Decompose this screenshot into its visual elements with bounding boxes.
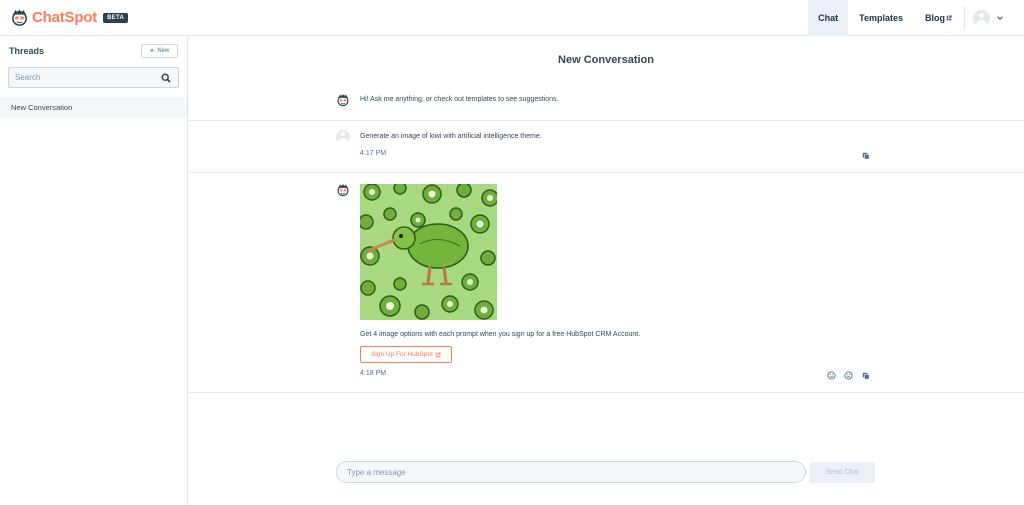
bot-message-text: Get 4 image options with each prompt whe…: [360, 331, 641, 338]
copy-icon[interactable]: [862, 372, 870, 380]
bot-message-text: Hi! Ask me anything, or check out templa…: [360, 96, 559, 103]
nav-templates[interactable]: Templates: [848, 0, 914, 36]
message-divider: [188, 172, 1024, 173]
user-message-text: Generate an image of kiwi with artificia…: [360, 133, 542, 140]
message-input-placeholder: Type a message: [347, 468, 406, 477]
sign-up-hubspot-button[interactable]: Sign Up For HubSpot: [360, 346, 452, 363]
search-input[interactable]: Search: [15, 73, 40, 82]
generated-kiwi-image[interactable]: [360, 184, 497, 320]
thumbs-up-smile-icon[interactable]: [827, 371, 836, 380]
copy-icon[interactable]: [862, 152, 870, 160]
message-timestamp: 4:17 PM: [360, 150, 387, 157]
nav-chat[interactable]: Chat: [808, 0, 849, 36]
chatspot-logo[interactable]: ChatSpot BETA: [10, 8, 129, 27]
external-link-icon: [435, 352, 441, 357]
conversation-panel: New Conversation Hi! Ask me anything, or…: [188, 37, 1024, 505]
sign-up-label: Sign Up For HubSpot: [371, 351, 433, 358]
threads-title: Threads: [9, 46, 45, 56]
nav-divider: [964, 6, 965, 30]
bot-avatar-icon: [337, 93, 349, 107]
thread-search[interactable]: Search: [8, 67, 179, 88]
message-divider: [188, 120, 1024, 121]
send-chat-button[interactable]: Send Chat: [810, 462, 875, 483]
bot-avatar-icon: [337, 183, 349, 197]
threads-sidebar: Threads + New Search New Conversation: [0, 37, 188, 505]
message-divider: [188, 392, 1024, 393]
message-timestamp: 4:18 PM: [360, 370, 387, 377]
new-thread-button[interactable]: + New: [141, 44, 178, 58]
message-input[interactable]: Type a message: [336, 461, 806, 483]
beta-badge: BETA: [103, 12, 129, 23]
plus-icon: +: [149, 46, 155, 55]
top-bar: ChatSpot BETA Chat Templates Blog: [0, 0, 1024, 36]
conversation-title: New Conversation: [558, 54, 654, 66]
thread-item[interactable]: New Conversation: [0, 97, 187, 118]
chatspot-logo-icon: [12, 8, 27, 26]
kiwi-bird-illustration: [360, 184, 497, 320]
account-menu[interactable]: [973, 0, 1024, 36]
user-avatar: [973, 9, 990, 27]
search-icon[interactable]: [161, 73, 171, 83]
nav-blog-label: Blog: [925, 13, 945, 23]
user-message-avatar: [336, 130, 350, 144]
top-nav: Chat Templates Blog: [808, 0, 1024, 36]
frown-face-icon[interactable]: [844, 371, 853, 380]
nav-blog[interactable]: Blog: [914, 0, 958, 36]
new-thread-label: New: [157, 48, 170, 54]
chevron-down-icon: [997, 16, 1003, 20]
external-link-icon: [946, 15, 952, 21]
logo-text: ChatSpot: [32, 9, 98, 26]
